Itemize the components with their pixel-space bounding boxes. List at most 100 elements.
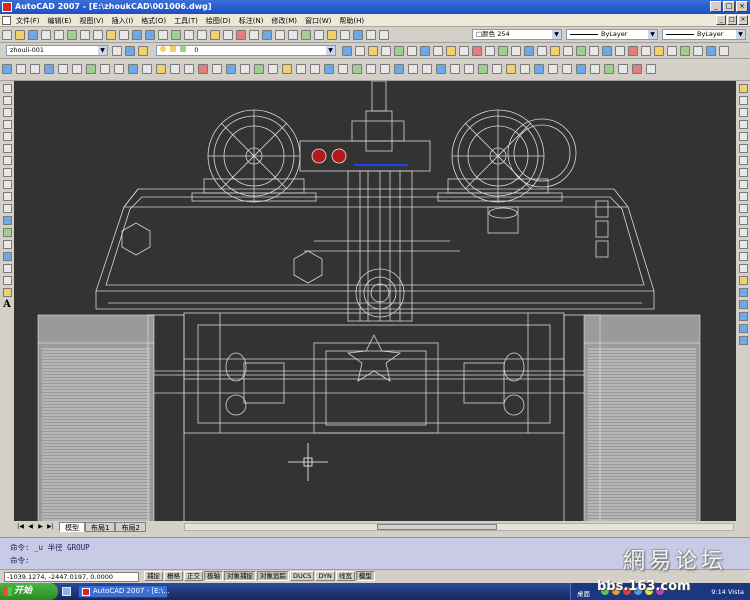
spline-icon[interactable]	[2, 180, 12, 189]
style-icon[interactable]	[314, 30, 324, 40]
multileader-icon[interactable]	[353, 30, 363, 40]
hidden-icon[interactable]	[576, 64, 586, 74]
publish-icon[interactable]	[67, 30, 77, 40]
circle-icon[interactable]	[2, 156, 12, 165]
view-cube-icon[interactable]	[524, 46, 534, 56]
tab-layout2[interactable]: 布局2	[115, 522, 146, 532]
table-style-manager-icon[interactable]	[394, 46, 404, 56]
construction-line-icon[interactable]	[2, 96, 12, 105]
left-view-icon[interactable]	[422, 64, 432, 74]
loft-icon[interactable]	[198, 64, 208, 74]
chamfer-icon[interactable]	[738, 252, 748, 261]
markup-icon[interactable]	[262, 30, 272, 40]
layer-manager-icon[interactable]	[125, 46, 135, 56]
walk-icon[interactable]	[485, 46, 495, 56]
hatch-icon[interactable]	[2, 252, 12, 261]
torus-icon[interactable]	[86, 64, 96, 74]
region-icon[interactable]	[2, 276, 12, 285]
ucs-world-icon[interactable]	[550, 46, 560, 56]
intersect-icon[interactable]	[240, 64, 250, 74]
doc-restore-button[interactable]: □	[727, 15, 737, 25]
plot-style-icon[interactable]	[379, 30, 389, 40]
menu-file[interactable]: 文件(F)	[16, 16, 40, 26]
section-plane-icon[interactable]	[324, 64, 334, 74]
erase-icon[interactable]	[738, 84, 748, 93]
prev-tab-icon[interactable]: ◀	[26, 523, 35, 531]
make-layer-current-icon[interactable]	[342, 46, 352, 56]
status-mode-button[interactable]: 捕捉	[144, 571, 163, 581]
3d-move-icon[interactable]	[254, 64, 264, 74]
ucs-zaxis-icon[interactable]	[628, 46, 638, 56]
help-icon[interactable]	[288, 30, 298, 40]
close-button[interactable]: ×	[736, 1, 748, 12]
ucs-y-icon[interactable]	[667, 46, 677, 56]
print-preview-icon[interactable]	[54, 30, 64, 40]
menu-help[interactable]: 帮助(H)	[339, 16, 364, 26]
workspace-settings-icon[interactable]	[112, 46, 122, 56]
revision-cloud-icon[interactable]	[2, 168, 12, 177]
3d-array-icon[interactable]	[296, 64, 306, 74]
ellipse-icon[interactable]	[2, 192, 12, 201]
menu-window[interactable]: 窗口(W)	[305, 16, 331, 26]
break-icon[interactable]	[738, 228, 748, 237]
save-icon[interactable]	[28, 30, 38, 40]
status-mode-button[interactable]: 正交	[184, 571, 203, 581]
design-center-icon[interactable]	[223, 30, 233, 40]
ucs-icon[interactable]	[537, 46, 547, 56]
point-icon[interactable]	[2, 240, 12, 249]
send-under-icon[interactable]	[738, 336, 748, 345]
menu-modify[interactable]: 修改(M)	[271, 16, 297, 26]
command-prompt[interactable]: 命令:	[10, 555, 30, 566]
explode-icon[interactable]	[738, 276, 748, 285]
show-desktop-icon[interactable]	[62, 587, 71, 596]
new-file-icon[interactable]	[2, 30, 12, 40]
start-button[interactable]: 开始	[0, 583, 58, 600]
autocad-task-button[interactable]: AutoCAD 2007 - [E:\...	[78, 585, 170, 598]
text-style-manager-icon[interactable]	[368, 46, 378, 56]
insert-block-icon[interactable]	[2, 216, 12, 225]
ucs-apply-icon[interactable]	[693, 46, 703, 56]
zoom-window-icon[interactable]	[184, 30, 194, 40]
menu-view[interactable]: 视图(V)	[79, 16, 103, 26]
subtract-icon[interactable]	[226, 64, 236, 74]
rotate-icon[interactable]	[738, 156, 748, 165]
scale-icon[interactable]	[738, 168, 748, 177]
cylinder-icon[interactable]	[72, 64, 82, 74]
coordinates-readout[interactable]: -1039.1274, -2447.0197, 0.0000	[4, 572, 139, 582]
autocad-app-icon[interactable]	[2, 2, 12, 12]
slice-icon[interactable]	[310, 64, 320, 74]
planar-surface-icon[interactable]	[128, 64, 138, 74]
bring-front-icon[interactable]	[738, 300, 748, 309]
lights-icon[interactable]	[446, 46, 456, 56]
quickcalc-icon[interactable]	[275, 30, 285, 40]
menu-dimension[interactable]: 标注(N)	[239, 16, 264, 26]
line-icon[interactable]	[2, 84, 12, 93]
multiline-text-icon[interactable]: A	[3, 300, 11, 310]
first-tab-icon[interactable]: |◀	[16, 523, 25, 531]
polyline-icon[interactable]	[2, 108, 12, 117]
send-back-icon[interactable]	[738, 312, 748, 321]
last-tab-icon[interactable]: ▶|	[46, 523, 55, 531]
copy-object-icon[interactable]	[738, 96, 748, 105]
trim-icon[interactable]	[738, 192, 748, 201]
gradient-icon[interactable]	[2, 264, 12, 273]
visual-styles-icon[interactable]	[420, 46, 430, 56]
chevron-down-icon[interactable]: ▼	[736, 30, 745, 39]
3d-rotate-icon[interactable]	[268, 64, 278, 74]
workspace-select[interactable]: zhouli-001 ▼	[6, 45, 108, 56]
redo-icon[interactable]	[145, 30, 155, 40]
zoom-realtime-icon[interactable]	[171, 30, 181, 40]
layer-select[interactable]: 0 ▼	[156, 45, 336, 56]
chevron-down-icon[interactable]: ▼	[552, 30, 561, 39]
ucs-object-icon[interactable]	[589, 46, 599, 56]
fillet-icon[interactable]	[738, 264, 748, 273]
back-view-icon[interactable]	[464, 64, 474, 74]
interfere-icon[interactable]	[366, 64, 376, 74]
model-space-canvas[interactable]	[14, 81, 736, 521]
match-properties-icon[interactable]	[119, 30, 129, 40]
bring-above-icon[interactable]	[738, 324, 748, 333]
presspull-icon[interactable]	[156, 64, 166, 74]
layer-previous-icon[interactable]	[138, 46, 148, 56]
zoom-previous-icon[interactable]	[197, 30, 207, 40]
color-select[interactable]: □颜色 254 ▼	[472, 29, 562, 40]
